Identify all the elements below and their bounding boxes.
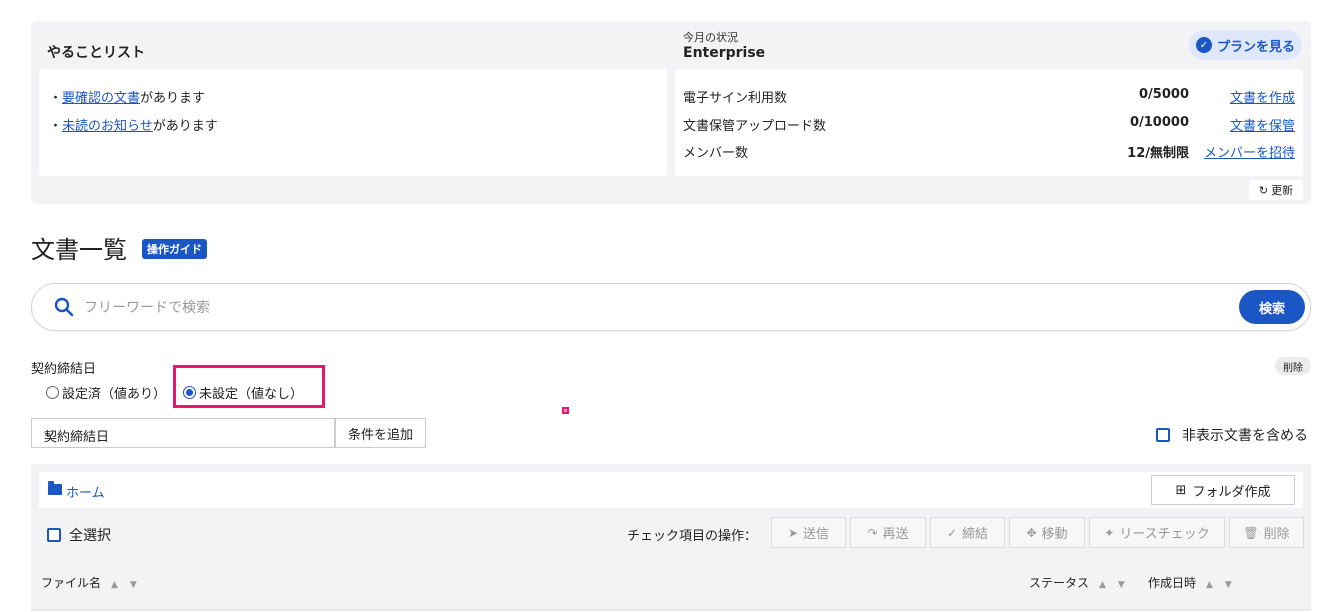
radio-icon — [46, 386, 59, 399]
send-button[interactable]: ➤ 送信 — [771, 517, 846, 548]
stat-row-members: メンバー数 12/無制限 メンバーを招待 — [683, 142, 1295, 162]
conclude-button[interactable]: ✓ 締結 — [930, 517, 1005, 548]
select-all-checkbox[interactable]: 全選択 — [47, 525, 111, 545]
status-label: 今月の状況 — [683, 31, 738, 44]
send-icon: ➤ — [787, 525, 799, 540]
column-created[interactable]: 作成日時 ▲▼ — [1148, 574, 1244, 591]
dashboard-panel: やることリスト ・要確認の文書があります ・未読のお知らせがあります 今月の状況… — [31, 21, 1311, 204]
trash-icon: 🗑 — [1243, 525, 1259, 540]
document-list: ホーム ⊞ フォルダ作成 全選択 チェック項目の操作： ➤ 送信 ↷ 再送 ✓ … — [31, 464, 1311, 612]
checkbox-icon — [47, 528, 61, 542]
todo-title: やることリスト — [47, 45, 145, 61]
search-input[interactable] — [84, 294, 1184, 322]
folder-plus-icon: ⊞ — [1175, 482, 1187, 498]
verified-badge-icon: ✓ — [1195, 37, 1212, 53]
plan-name: Enterprise — [683, 45, 766, 61]
redo-icon: ↷ — [867, 525, 878, 540]
folder-icon — [48, 481, 62, 495]
move-icon: ✥ — [1026, 525, 1037, 540]
move-button[interactable]: ✥ 移動 — [1009, 517, 1085, 548]
check-icon: ✓ — [946, 525, 958, 540]
filter-label: 契約締結日 — [31, 362, 97, 377]
table-header: ファイル名 ▲▼ ステータス ▲▼ 作成日時 ▲▼ — [31, 568, 1311, 596]
todo-link-unread-notices[interactable]: 未読のお知らせ — [62, 119, 153, 134]
page-title: 文書一覧 — [31, 236, 127, 264]
resend-button[interactable]: ↷ 再送 — [850, 517, 926, 548]
search-bar: 検索 — [31, 283, 1311, 331]
stat-row-uploads: 文書保管アップロード数 0/10000 文書を保管 — [683, 115, 1295, 134]
radio-option-set[interactable]: 設定済（値あり） — [46, 383, 166, 402]
view-plan-button[interactable]: ✓ プランを見る — [1189, 30, 1302, 60]
sort-icon[interactable]: ▲▼ — [111, 580, 149, 590]
breadcrumb: ホーム ⊞ フォルダ作成 — [39, 472, 1303, 508]
include-hidden-checkbox[interactable]: 非表示文書を含める — [1156, 425, 1308, 445]
column-file-name[interactable]: ファイル名 ▲▼ — [41, 574, 149, 591]
search-icon — [54, 297, 74, 317]
checkbox-icon — [1156, 428, 1170, 442]
column-status[interactable]: ステータス ▲▼ — [1029, 574, 1137, 591]
usage-stats: 電子サイン利用数 0/5000 文書を作成 文書保管アップロード数 0/1000… — [675, 69, 1303, 176]
breadcrumb-home[interactable]: ホーム — [66, 482, 105, 501]
filter-delete-button[interactable]: 削除 — [1275, 357, 1311, 375]
todo-item: ・要確認の文書があります — [49, 91, 206, 106]
todo-list: ・要確認の文書があります ・未読のお知らせがあります — [39, 69, 667, 176]
search-button[interactable]: 検索 — [1239, 290, 1305, 324]
lease-check-button[interactable]: ✦ リースチェック — [1089, 517, 1225, 548]
sort-icon[interactable]: ▲▼ — [1206, 580, 1244, 590]
sparkle-icon: ✦ — [1104, 525, 1115, 540]
operation-guide-badge[interactable]: 操作ガイド — [142, 239, 207, 259]
create-folder-button[interactable]: ⊞ フォルダ作成 — [1151, 475, 1295, 505]
cursor-marker — [562, 407, 569, 414]
create-document-link[interactable]: 文書を作成 — [1230, 87, 1295, 106]
sort-icon[interactable]: ▲▼ — [1099, 580, 1137, 590]
refresh-icon: ↻ — [1258, 183, 1269, 197]
highlight-annotation-box — [173, 365, 325, 408]
divider — [31, 609, 1311, 610]
store-document-link[interactable]: 文書を保管 — [1230, 115, 1295, 134]
add-condition-button[interactable]: 条件を追加 — [335, 418, 426, 448]
invite-member-link[interactable]: メンバーを招待 — [1204, 142, 1295, 161]
delete-button[interactable]: 🗑 削除 — [1229, 517, 1304, 548]
todo-item: ・未読のお知らせがあります — [49, 119, 218, 134]
refresh-button[interactable]: ↻ 更新 — [1249, 180, 1303, 200]
bulk-ops-label: チェック項目の操作： — [627, 529, 758, 544]
todo-link-review-docs[interactable]: 要確認の文書 — [62, 91, 140, 106]
chevron-down-icon: ⌵ — [44, 426, 54, 441]
stat-row-esign: 電子サイン利用数 0/5000 文書を作成 — [683, 87, 1295, 106]
filter-field-select[interactable]: 契約締結日 ⌵ — [31, 418, 335, 448]
